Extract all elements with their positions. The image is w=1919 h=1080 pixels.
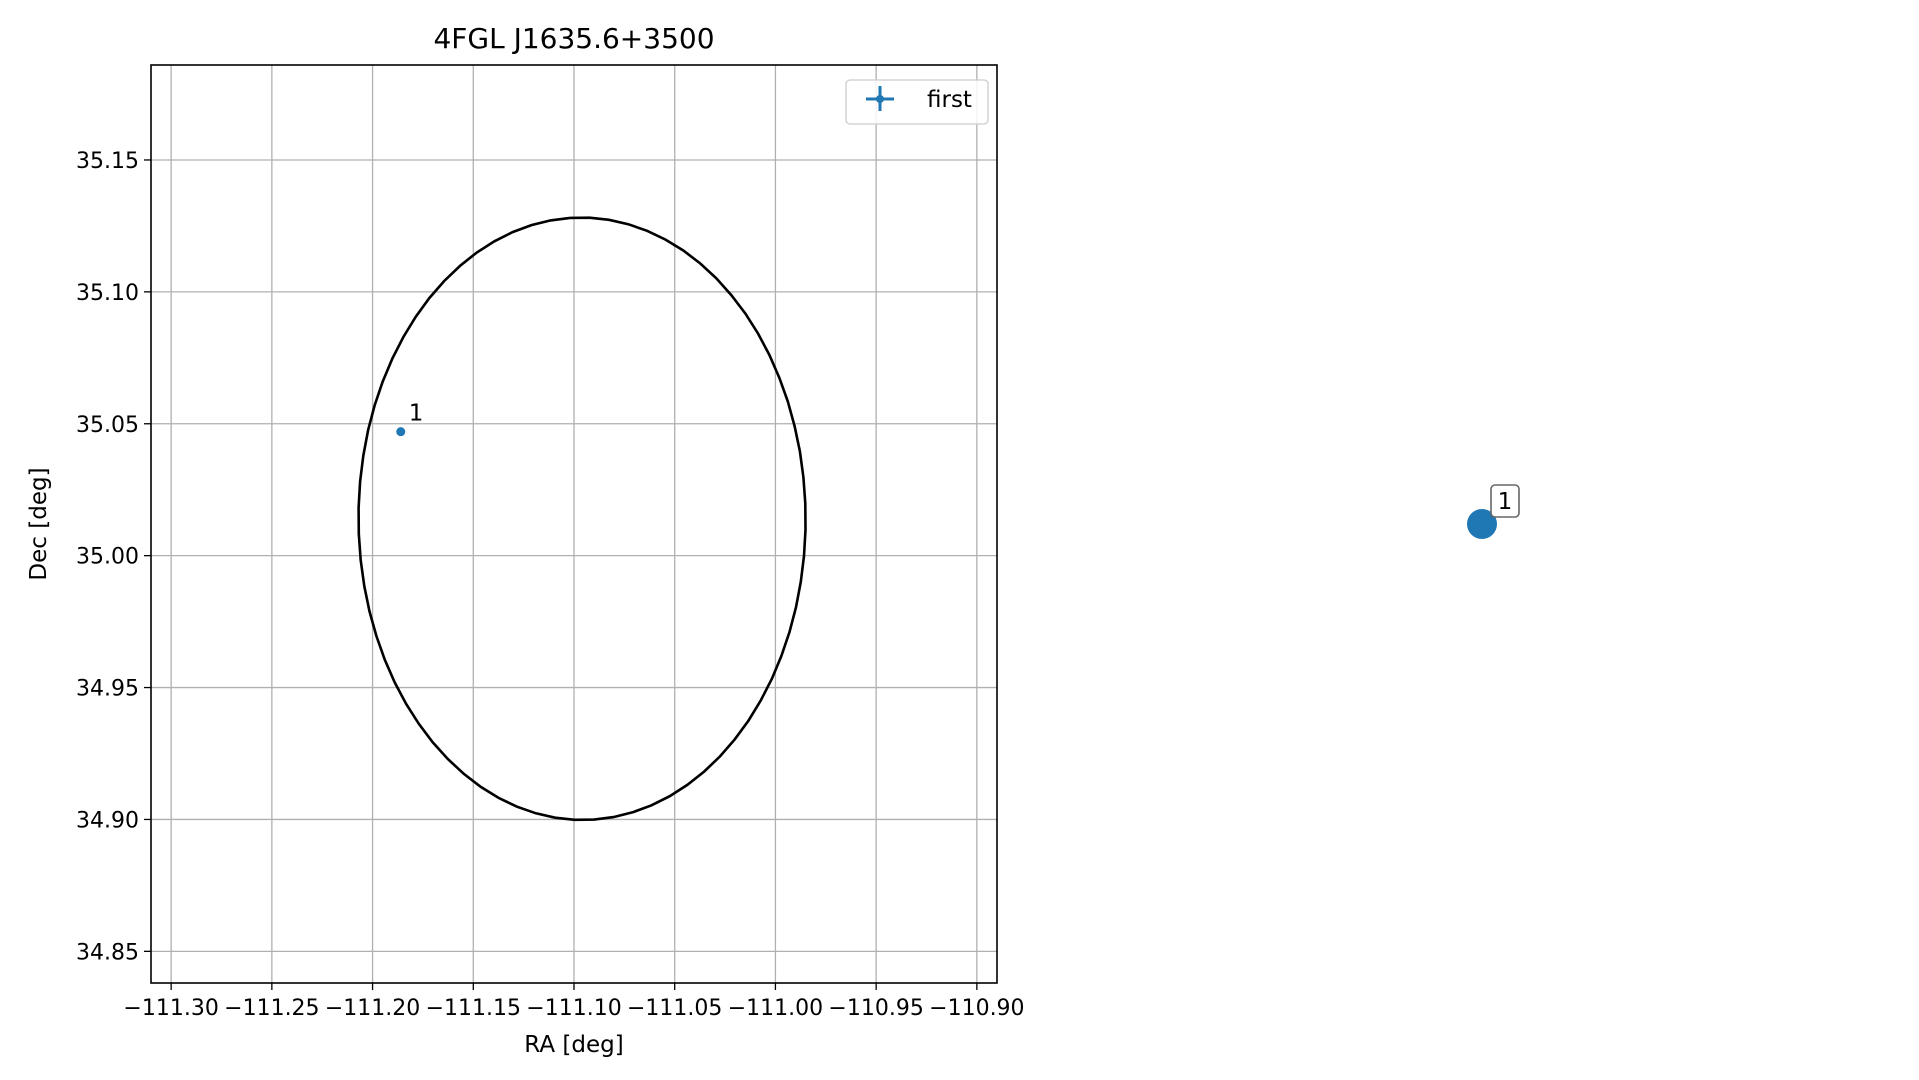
y-axis-label: Dec [deg]: [26, 467, 52, 580]
x-tick-label: −111.20: [325, 996, 420, 1021]
x-axis-ticks: −111.30 −111.25 −111.20 −111.15 −111.10 −111.…: [123, 983, 1025, 1021]
secondary-plot: 1: [1467, 484, 1520, 539]
legend: first: [845, 79, 989, 125]
y-tick-label: 35.00: [76, 545, 139, 570]
chart-canvas: 1 −111.30 −111.25 −111.20 −111.15 −111.10 −11…: [26, 22, 1520, 1058]
y-tick-label: 35.05: [76, 413, 139, 438]
x-tick-label: −111.00: [728, 996, 823, 1021]
x-axis-label: RA [deg]: [524, 1032, 623, 1058]
main-plot: 1 −111.30 −111.25 −111.20 −111.15 −111.10 −11…: [26, 22, 1025, 1058]
y-tick-label: 35.15: [76, 149, 139, 174]
y-tick-label: 35.10: [76, 281, 139, 306]
x-tick-label: −111.05: [627, 996, 722, 1021]
legend-label-first: first: [927, 87, 972, 113]
y-tick-label: 34.85: [76, 940, 139, 965]
x-tick-label: −110.95: [828, 996, 923, 1021]
x-tick-label: −111.25: [224, 996, 319, 1021]
chart-title: 4FGL J1635.6+3500: [433, 22, 714, 55]
point-label: 1: [1498, 489, 1513, 515]
data-point: [396, 427, 406, 437]
y-tick-label: 34.95: [76, 677, 139, 702]
x-tick-label: −111.30: [123, 996, 218, 1021]
y-tick-label: 34.90: [76, 808, 139, 833]
y-axis-ticks: 34.85 34.90 34.95 35.00 35.05 35.10 35.15: [76, 149, 151, 965]
point-label: 1: [409, 401, 424, 427]
x-tick-label: −110.90: [929, 996, 1024, 1021]
x-tick-label: −111.10: [526, 996, 621, 1021]
x-tick-label: −111.15: [426, 996, 521, 1021]
